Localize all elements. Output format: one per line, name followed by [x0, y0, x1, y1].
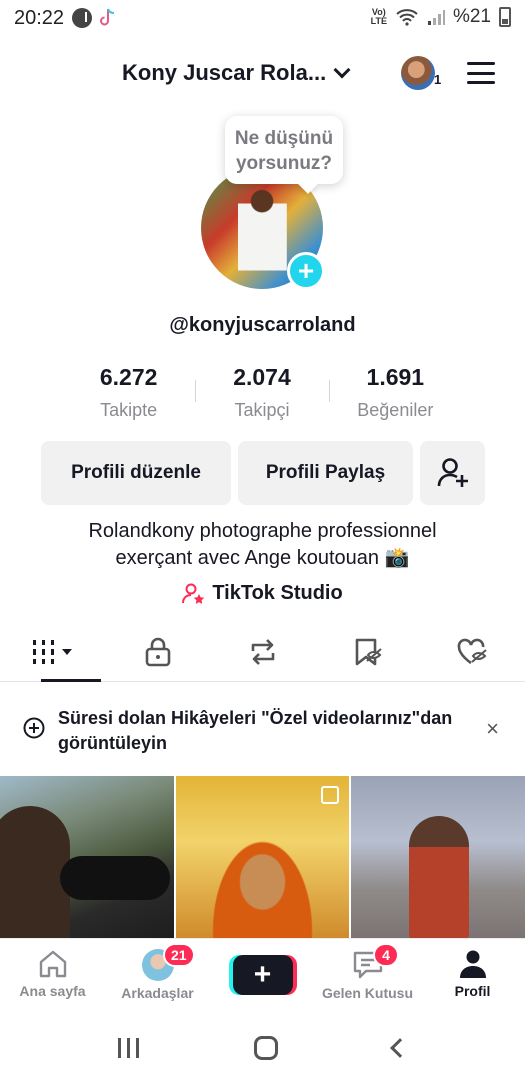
music-notification-icon — [72, 8, 93, 28]
profile-header: Kony Juscar Rola... 1 — [0, 48, 525, 98]
bookmark-hidden-icon — [355, 638, 382, 665]
account-switcher[interactable]: Kony Juscar Rola... — [122, 60, 351, 86]
stat-value: 1.691 — [366, 364, 425, 390]
stat-value: 2.074 — [233, 364, 291, 390]
system-navigation — [0, 1016, 525, 1080]
stat-label: Beğeniler — [357, 400, 434, 420]
stat-following[interactable]: 6.272 Takipte — [62, 364, 195, 421]
studio-icon — [182, 583, 205, 604]
header-avatar[interactable] — [401, 56, 435, 90]
inbox-badge: 4 — [373, 943, 399, 967]
nav-label: Gelen Kutusu — [321, 985, 413, 1001]
video-thumbnail[interactable] — [351, 776, 525, 939]
share-profile-button[interactable]: Profili Paylaş — [238, 441, 413, 505]
add-story-icon[interactable]: + — [287, 252, 325, 290]
tab-saved[interactable] — [315, 622, 420, 681]
story-plus-icon — [23, 717, 45, 739]
tiktok-studio-link[interactable]: TikTok Studio — [0, 582, 525, 605]
bio-line: exerçant avec Ange koutouan 📸 — [115, 547, 410, 569]
profile-stats: 6.272 Takipte 2.074 Takipçi 1.691 Beğeni… — [62, 364, 462, 421]
heart-hidden-icon — [457, 638, 487, 664]
home-button-icon[interactable] — [253, 1036, 278, 1060]
profile-bio: Rolandkony photographe professionnel exe… — [0, 518, 525, 572]
thought-bubble[interactable]: Ne düşünü yorsunuz? — [225, 116, 343, 184]
status-time: 20:22 — [14, 6, 65, 29]
stat-likes[interactable]: 1.691 Beğeniler — [328, 364, 462, 421]
stat-followers[interactable]: 2.074 Takipçi — [195, 364, 328, 421]
tab-liked[interactable] — [420, 622, 525, 681]
video-thumbnail[interactable] — [0, 776, 174, 939]
header-avatar-count: 1 — [434, 72, 442, 87]
wifi-icon — [396, 9, 418, 26]
account-name: Kony Juscar Rola... — [122, 60, 327, 85]
profile-icon — [459, 950, 486, 978]
bottom-navigation: Ana sayfa 21 Arkadaşlar + 4 Gelen Kutusu… — [0, 938, 525, 1008]
battery-percent: %21 — [452, 6, 491, 27]
grid-icon — [32, 639, 72, 664]
nav-label: Arkadaşlar — [121, 985, 194, 1001]
create-button[interactable]: + — [232, 955, 293, 995]
tab-private[interactable] — [105, 622, 210, 681]
profile-actions: Profili düzenle Profili Paylaş — [41, 441, 485, 505]
nav-profile[interactable]: Profil — [420, 939, 525, 1008]
lte-indicator: Vo) LTE — [370, 7, 387, 26]
tab-reposts[interactable] — [210, 622, 315, 681]
recent-apps-icon[interactable] — [117, 1038, 139, 1058]
back-icon[interactable] — [390, 1038, 411, 1058]
edit-profile-button[interactable]: Profili düzenle — [41, 441, 231, 505]
signal-icon — [427, 10, 445, 25]
status-bar: 20:22 Vo) LTE %21 — [0, 0, 525, 36]
content-tabs — [0, 622, 525, 682]
video-thumbnail[interactable] — [175, 776, 350, 939]
nav-create[interactable]: + — [210, 939, 315, 1008]
repost-icon — [251, 638, 274, 665]
nav-label: Profil — [454, 983, 491, 999]
add-friend-button[interactable] — [420, 441, 485, 505]
add-user-icon — [437, 458, 468, 487]
nav-friends[interactable]: 21 Arkadaşlar — [105, 939, 210, 1008]
multi-photo-icon — [321, 786, 340, 804]
nav-label: Ana sayfa — [19, 983, 86, 999]
banner-text: Süresi dolan Hikâyeleri "Özel videoların… — [58, 708, 453, 753]
battery-icon — [499, 7, 511, 27]
chevron-down-icon — [333, 61, 351, 79]
stat-label: Takipte — [100, 400, 158, 420]
username: @konyjuscarroland — [169, 314, 356, 336]
studio-label: TikTok Studio — [212, 582, 343, 604]
lock-icon — [145, 637, 170, 666]
friends-badge: 21 — [163, 943, 195, 967]
expired-stories-banner[interactable]: Süresi dolan Hikâyeleri "Özel videoların… — [0, 700, 525, 762]
home-icon — [39, 950, 66, 978]
stat-label: Takipçi — [234, 400, 290, 420]
stat-value: 6.272 — [99, 364, 158, 390]
nav-home[interactable]: Ana sayfa — [0, 939, 105, 1008]
nav-inbox[interactable]: 4 Gelen Kutusu — [315, 939, 420, 1008]
video-grid — [0, 776, 525, 939]
close-icon[interactable]: × — [486, 716, 499, 742]
tab-videos[interactable] — [0, 622, 105, 682]
tiktok-notification-icon — [100, 8, 115, 26]
menu-icon[interactable] — [467, 62, 495, 84]
bio-line: Rolandkony photographe professionnel — [88, 520, 437, 542]
